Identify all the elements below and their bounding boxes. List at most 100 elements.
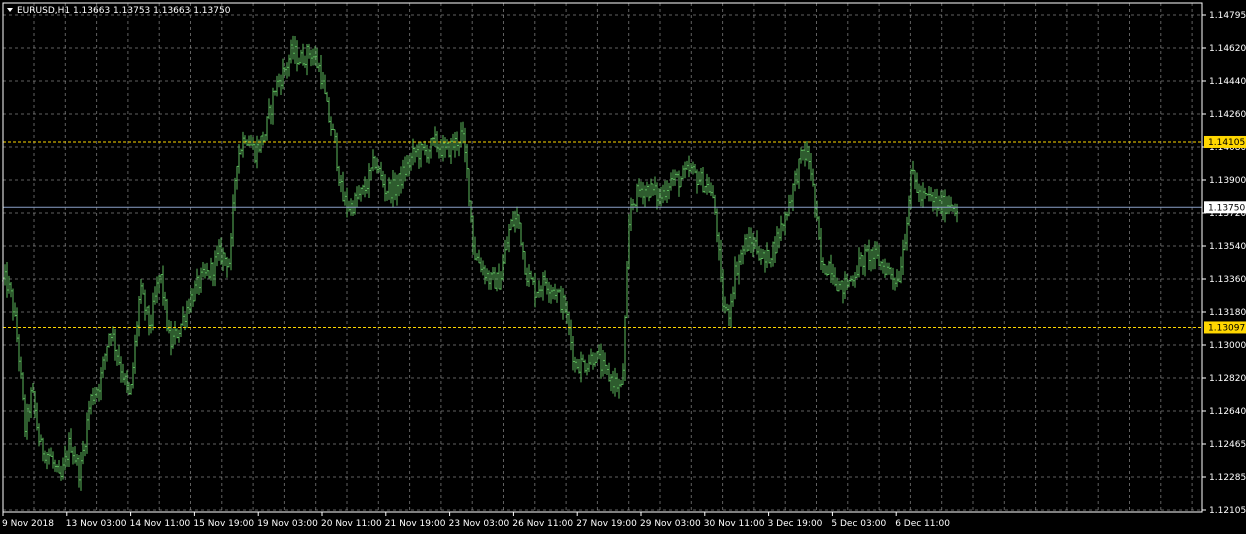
- x-tick-label: 27 Nov 19:00: [576, 519, 637, 529]
- price-bar: [98, 383, 100, 402]
- price-bar: [746, 233, 748, 252]
- y-tick-label: 1.12285: [1209, 473, 1246, 483]
- y-tick-label: 1.14260: [1209, 110, 1246, 120]
- price-bar: [864, 244, 866, 277]
- price-bar: [938, 195, 940, 211]
- plot-frame: [2, 2, 1203, 513]
- price-bar: [252, 137, 254, 150]
- price-bar: [616, 373, 618, 393]
- price-bar: [324, 74, 326, 95]
- price-bar: [436, 131, 438, 153]
- price-bar: [6, 262, 8, 298]
- price-bar: [632, 199, 634, 211]
- price-bar: [386, 190, 388, 201]
- price-bar: [740, 249, 742, 266]
- price-bar: [558, 288, 560, 293]
- price-bar: [882, 259, 884, 274]
- price-bar: [772, 241, 774, 267]
- price-bar: [724, 296, 726, 314]
- x-tick-label: 29 Nov 03:00: [640, 519, 701, 529]
- price-bar: [274, 90, 276, 96]
- price-bar: [936, 188, 938, 217]
- price-bar: [72, 446, 74, 465]
- price-bar: [246, 139, 248, 147]
- price-bar: [878, 244, 880, 267]
- price-bar: [430, 138, 432, 159]
- price-bar: [280, 74, 282, 95]
- price-bar: [20, 356, 22, 379]
- price-bar: [924, 187, 926, 199]
- price-bar: [458, 142, 460, 157]
- price-bar: [584, 359, 586, 373]
- price-bar: [92, 387, 94, 406]
- price-bar: [340, 174, 342, 193]
- grid: [3, 3, 1202, 512]
- price-bar: [504, 239, 506, 265]
- price-bar: [758, 246, 760, 261]
- price-bar: [272, 87, 274, 125]
- price-bar: [278, 73, 280, 88]
- level-price-label: 1.13097: [1208, 323, 1245, 333]
- price-bar: [368, 163, 370, 198]
- price-bar: [36, 402, 38, 431]
- price-bar: [894, 277, 896, 291]
- price-bar: [26, 403, 28, 440]
- time-axis: 9 Nov 2018 13 Nov 03:00 14 Nov 11:00 15 Nov…: [2, 512, 950, 529]
- price-bar: [780, 215, 782, 241]
- price-bar: [626, 260, 628, 319]
- price-bar: [760, 248, 762, 265]
- price-bar: [396, 174, 398, 206]
- price-bar: [680, 176, 682, 188]
- price-bar: [568, 311, 570, 336]
- dropdown-triangle-icon[interactable]: [7, 8, 13, 12]
- price-bar: [294, 36, 296, 64]
- price-bar: [312, 48, 314, 66]
- price-bar: [786, 211, 788, 221]
- price-bar: [942, 190, 944, 221]
- price-bar: [330, 116, 332, 136]
- price-bar: [390, 179, 392, 204]
- price-bar: [862, 255, 864, 275]
- price-bar: [494, 267, 496, 289]
- price-bar: [412, 138, 414, 166]
- price-bar: [210, 257, 212, 281]
- price-bar: [628, 214, 630, 269]
- price-bar: [630, 197, 632, 231]
- price-bar: [102, 356, 104, 379]
- price-bar: [110, 333, 112, 347]
- price-bar: [776, 226, 778, 254]
- price-bar: [868, 239, 870, 270]
- price-bar: [196, 268, 198, 294]
- price-bar: [10, 281, 12, 298]
- price-bar: [178, 329, 180, 343]
- price-bar: [618, 378, 620, 399]
- symbol-info-text: EURUSD,H1 1.13663 1.13753 1.13663 1.1375…: [17, 6, 231, 16]
- price-bar: [134, 334, 136, 374]
- y-tick-label: 1.14620: [1209, 44, 1246, 54]
- price-bar: [18, 334, 20, 372]
- price-bar: [270, 104, 272, 125]
- price-bar: [490, 272, 492, 290]
- price-bar: [638, 178, 640, 198]
- price-bar: [62, 457, 64, 480]
- price-bar: [928, 186, 930, 202]
- price-bar: [120, 356, 122, 383]
- price-bar: [482, 260, 484, 276]
- price-bar: [818, 216, 820, 241]
- price-bar: [58, 459, 60, 474]
- price-bar: [290, 39, 292, 64]
- price-bar: [542, 271, 544, 301]
- x-tick-label: 30 Nov 11:00: [704, 519, 765, 529]
- price-bar: [226, 256, 228, 278]
- price-bar: [444, 137, 446, 158]
- price-bar: [538, 280, 540, 298]
- price-bar: [68, 432, 70, 468]
- price-bar: [266, 116, 268, 141]
- price-bar: [392, 169, 394, 207]
- price-bar: [48, 448, 50, 465]
- price-bar: [218, 239, 220, 261]
- price-bar: [486, 268, 488, 282]
- level-lines: [3, 141, 1202, 328]
- price-bar: [154, 286, 156, 305]
- price-bar: [442, 134, 444, 162]
